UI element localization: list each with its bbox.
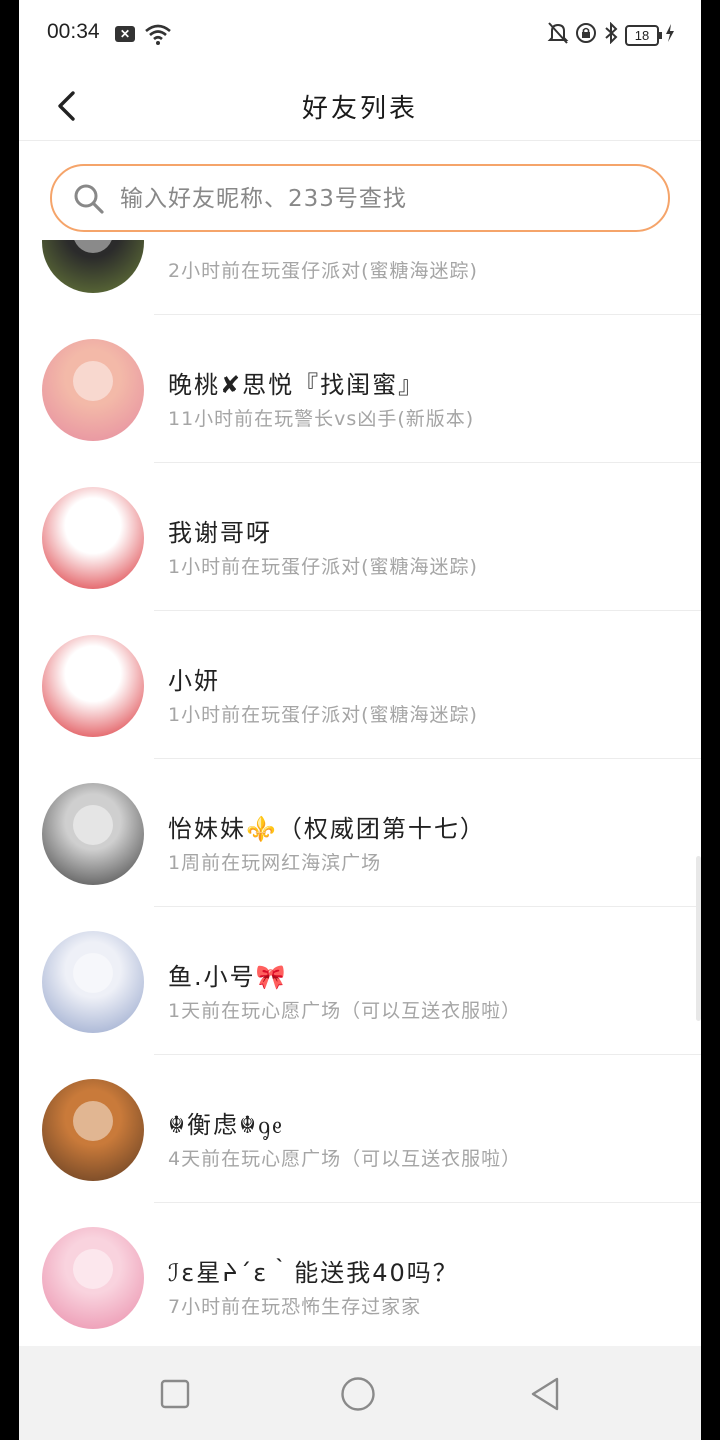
friend-status: 11小时前在玩警长vs凶手(新版本) — [168, 408, 475, 430]
avatar-figure-icon — [73, 1249, 113, 1289]
friend-list[interactable]: 2小时前在玩蛋仔派对(蜜糖海迷踪) 晚桃✘思悦『找闺蜜』 11小时前在玩警长vs凶手… — [19, 240, 701, 1346]
friend-status: 7小时前在玩恐怖生存过家家 — [168, 1296, 422, 1318]
friend-name: 鱼.小号🎀 — [168, 963, 288, 991]
rotation-lock-icon — [575, 22, 597, 48]
avatar-figure-icon — [73, 805, 113, 845]
avatar[interactable] — [42, 635, 144, 737]
avatar-figure-icon — [73, 953, 113, 993]
friend-list-item[interactable]: 小妍 1小时前在玩蛋仔派对(蜜糖海迷踪) — [19, 611, 701, 759]
search-input[interactable] — [118, 180, 642, 218]
friend-list-item[interactable]: 晚桃✘思悦『找闺蜜』 11小时前在玩警长vs凶手(新版本) — [19, 315, 701, 463]
home-button[interactable] — [340, 1376, 376, 1412]
app-screen: 00:34 ✕ 18 好友列表 输入好友昵称、233号查找 2小时前在玩蛋仔派对… — [19, 0, 701, 1440]
friend-status: 2小时前在玩蛋仔派对(蜜糖海迷踪) — [168, 260, 478, 282]
friend-status: 1小时前在玩蛋仔派对(蜜糖海迷踪) — [168, 704, 478, 726]
friend-list-item[interactable]: 怡妹妹⚜️（权威团第十七） 1周前在玩网红海滨广场 — [19, 759, 701, 907]
friend-name: 晚桃✘思悦『找闺蜜』 — [168, 371, 425, 399]
notification-icon: ✕ — [115, 26, 135, 42]
friend-name: ℐɛ星ᔨ΄ɛ｀能送我40吗？ — [168, 1259, 459, 1287]
avatar[interactable] — [42, 1079, 144, 1181]
page-header: 好友列表 — [19, 70, 701, 141]
bluetooth-icon — [603, 21, 619, 48]
avatar-figure-icon — [73, 509, 113, 549]
avatar[interactable] — [42, 931, 144, 1033]
avatar-figure-icon — [73, 361, 113, 401]
wifi-icon — [144, 22, 172, 50]
charging-icon — [665, 23, 675, 47]
friend-status: 4天前在玩心愿广场（可以互送衣服啦） — [168, 1148, 522, 1170]
friend-name: ☬衡虑☬ᧁᧉ — [168, 1111, 285, 1139]
status-icons: 18 — [547, 21, 675, 49]
friend-status: 1天前在玩心愿广场（可以互送衣服啦） — [168, 1000, 522, 1022]
friend-status: 1小时前在玩蛋仔派对(蜜糖海迷踪) — [168, 556, 478, 578]
avatar-figure-icon — [73, 657, 113, 697]
page-title: 好友列表 — [301, 94, 418, 124]
system-nav-bar — [19, 1346, 701, 1440]
status-time: 00:34 — [47, 20, 100, 43]
friend-status: 1周前在玩网红海滨广场 — [168, 852, 382, 874]
recents-button[interactable] — [157, 1376, 193, 1412]
scrollbar[interactable] — [696, 856, 701, 1021]
search-bar[interactable] — [50, 164, 670, 232]
friend-list-item[interactable]: 鱼.小号🎀 1天前在玩心愿广场（可以互送衣服啦） — [19, 907, 701, 1055]
avatar[interactable] — [42, 487, 144, 589]
friend-list-item[interactable]: 我谢哥呀 1小时前在玩蛋仔派对(蜜糖海迷踪) — [19, 463, 701, 611]
square-icon — [160, 1379, 190, 1409]
search-icon — [72, 182, 106, 220]
avatar[interactable] — [42, 783, 144, 885]
friend-list-item[interactable]: 2小时前在玩蛋仔派对(蜜糖海迷踪) — [19, 240, 701, 315]
friend-list-item[interactable]: ℐɛ星ᔨ΄ɛ｀能送我40吗？ 7小时前在玩恐怖生存过家家 — [19, 1203, 701, 1346]
mute-bell-icon — [547, 21, 569, 49]
friend-list-item[interactable]: ☬衡虑☬ᧁᧉ 4天前在玩心愿广场（可以互送衣服啦） — [19, 1055, 701, 1203]
avatar[interactable] — [42, 339, 144, 441]
friend-name: 我谢哥呀 — [168, 519, 272, 547]
triangle-back-icon — [531, 1377, 559, 1411]
avatar[interactable] — [42, 240, 144, 293]
avatar-figure-icon — [73, 240, 113, 253]
avatar-figure-icon — [73, 1101, 113, 1141]
circle-icon — [341, 1377, 375, 1411]
status-bar: 00:34 ✕ 18 — [19, 0, 701, 70]
friend-name: 怡妹妹⚜️（权威团第十七） — [168, 815, 486, 843]
battery-indicator: 18 — [625, 24, 662, 46]
avatar[interactable] — [42, 1227, 144, 1329]
system-back-button[interactable] — [527, 1376, 563, 1412]
friend-name: 小妍 — [168, 667, 220, 695]
